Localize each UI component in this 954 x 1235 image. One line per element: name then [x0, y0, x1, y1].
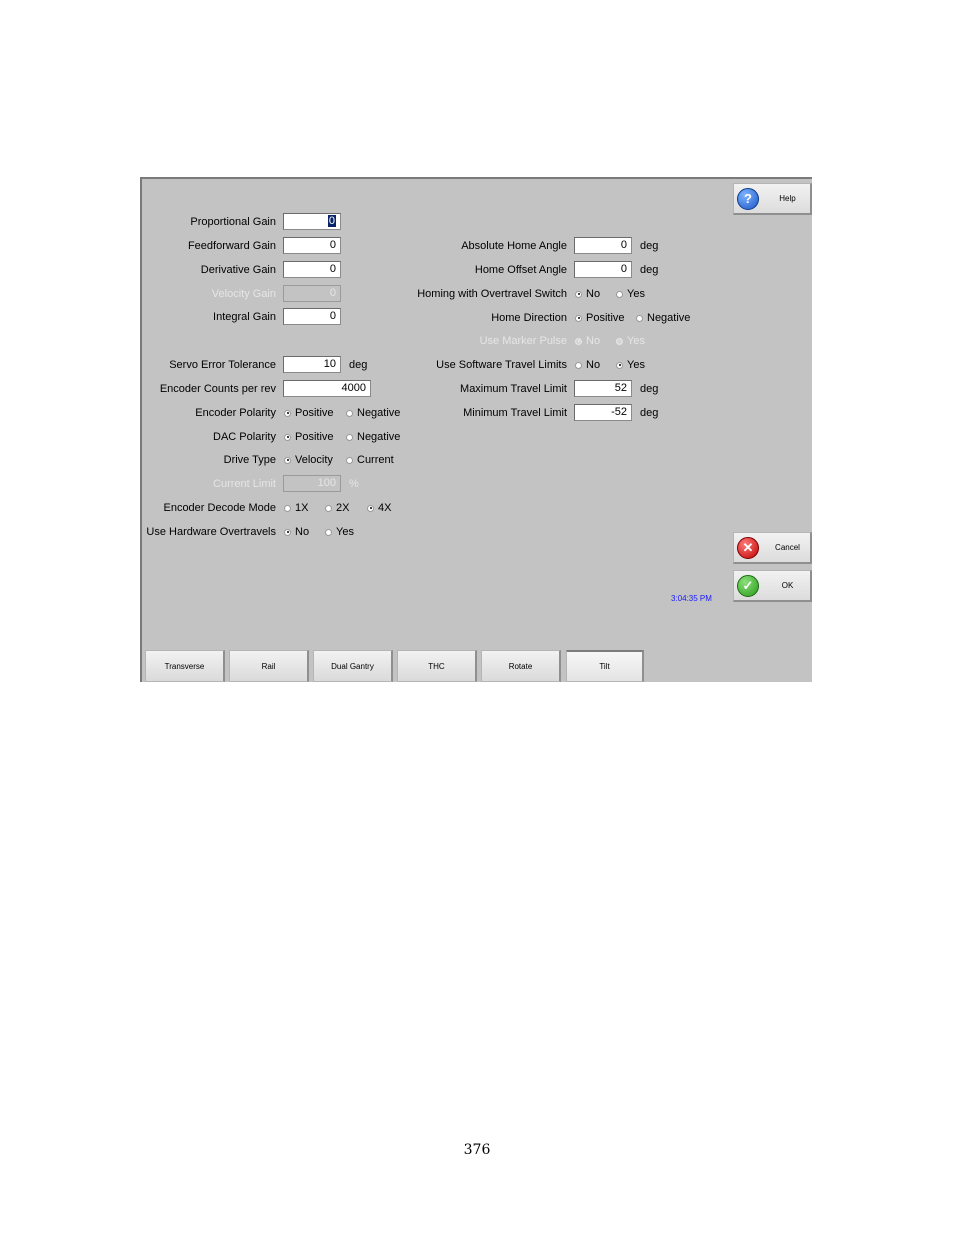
abs-home-angle-input[interactable]: 0 [574, 237, 632, 254]
home-direction-negative-radio[interactable]: Negative [636, 311, 690, 325]
radio-icon [616, 290, 623, 298]
min-travel-label: Minimum Travel Limit [463, 407, 567, 419]
radio-icon [325, 504, 332, 512]
max-travel-unit: deg [640, 383, 659, 395]
encoder-decode-2x-radio[interactable]: 2X [325, 501, 349, 515]
radio-selected-icon [284, 456, 291, 464]
radio-icon [636, 314, 643, 322]
derivative-gain-input[interactable]: 0 [283, 261, 341, 278]
drive-type-label: Drive Type [223, 454, 276, 466]
tab-rotate[interactable]: Rotate [481, 650, 561, 682]
encoder-decode-4x-radio[interactable]: 4X [367, 501, 391, 515]
velocity-gain-input: 0 [283, 285, 341, 302]
tab-dual-gantry[interactable]: Dual Gantry [313, 650, 393, 682]
radio-icon [325, 528, 332, 536]
encoder-counts-input[interactable]: 4000 [283, 380, 371, 397]
max-travel-input[interactable]: 52 [574, 380, 632, 397]
help-button[interactable]: ? Help [733, 183, 812, 215]
marker-pulse-label: Use Marker Pulse [479, 335, 567, 347]
checkmark-icon: ✓ [737, 574, 759, 597]
integral-gain-input[interactable]: 0 [283, 308, 341, 325]
radio-icon [616, 337, 623, 345]
homing-overtravel-yes-radio[interactable]: Yes [616, 287, 645, 301]
homing-overtravel-no-radio[interactable]: No [575, 287, 600, 301]
radio-icon [284, 504, 291, 512]
help-icon: ? [737, 187, 759, 210]
tab-transverse[interactable]: Transverse [145, 650, 225, 682]
dac-polarity-negative-radio[interactable]: Negative [346, 430, 400, 444]
clock: 3:04:35 PM [671, 594, 712, 603]
drive-type-current-radio[interactable]: Current [346, 453, 394, 467]
radio-selected-icon [616, 361, 623, 369]
dac-polarity-label: DAC Polarity [213, 431, 276, 443]
radio-selected-icon [575, 337, 582, 345]
hw-overtravels-yes-radio[interactable]: Yes [325, 525, 354, 539]
marker-pulse-no-radio: No [575, 334, 600, 348]
min-travel-input[interactable]: -52 [574, 404, 632, 421]
dac-polarity-positive-radio[interactable]: Positive [284, 430, 334, 444]
proportional-gain-input[interactable]: 0 [283, 213, 341, 230]
derivative-gain-label: Derivative Gain [200, 264, 276, 276]
encoder-polarity-positive-radio[interactable]: Positive [284, 406, 334, 420]
current-limit-input: 100 [283, 475, 341, 492]
abs-home-angle-unit: deg [640, 240, 659, 252]
encoder-decode-1x-radio[interactable]: 1X [284, 501, 308, 515]
feedforward-gain-label: Feedforward Gain [187, 240, 276, 252]
home-offset-angle-unit: deg [640, 264, 659, 276]
servo-error-unit: deg [349, 359, 368, 371]
home-direction-positive-radio[interactable]: Positive [575, 311, 625, 325]
feedforward-gain-input[interactable]: 0 [283, 237, 341, 254]
abs-home-angle-label: Absolute Home Angle [461, 240, 567, 252]
home-direction-label: Home Direction [491, 312, 567, 324]
page-number: 376 [463, 1142, 491, 1158]
hw-overtravels-label: Use Hardware Overtravels [146, 526, 276, 538]
proportional-gain-label: Proportional Gain [190, 216, 276, 228]
marker-pulse-yes-radio: Yes [616, 334, 645, 348]
ok-button[interactable]: ✓ OK [733, 570, 812, 602]
sw-travel-limits-yes-radio[interactable]: Yes [616, 358, 645, 372]
homing-overtravel-label: Homing with Overtravel Switch [417, 288, 567, 300]
cancel-button[interactable]: ✕ Cancel [733, 532, 812, 564]
tab-thc[interactable]: THC [397, 650, 477, 682]
sw-travel-limits-label: Use Software Travel Limits [436, 359, 567, 371]
radio-selected-icon [367, 504, 374, 512]
velocity-gain-label: Velocity Gain [211, 288, 276, 300]
radio-selected-icon [575, 314, 582, 322]
encoder-polarity-label: Encoder Polarity [195, 407, 276, 419]
drive-type-velocity-radio[interactable]: Velocity [284, 453, 333, 467]
radio-selected-icon [284, 409, 291, 417]
current-limit-unit: % [349, 478, 359, 490]
encoder-polarity-negative-radio[interactable]: Negative [346, 406, 400, 420]
encoder-counts-label: Encoder Counts per rev [159, 383, 276, 395]
radio-selected-icon [284, 433, 291, 441]
radio-icon [346, 456, 353, 464]
radio-selected-icon [575, 290, 582, 298]
max-travel-label: Maximum Travel Limit [460, 383, 567, 395]
hw-overtravels-no-radio[interactable]: No [284, 525, 309, 539]
close-icon: ✕ [737, 536, 759, 559]
current-limit-label: Current Limit [213, 478, 276, 490]
encoder-decode-label: Encoder Decode Mode [163, 502, 276, 514]
servo-error-input[interactable]: 10 [283, 356, 341, 373]
radio-selected-icon [284, 528, 291, 536]
radio-icon [346, 433, 353, 441]
radio-icon [575, 361, 582, 369]
integral-gain-label: Integral Gain [213, 311, 276, 323]
radio-icon [346, 409, 353, 417]
servo-error-label: Servo Error Tolerance [169, 359, 276, 371]
tab-tilt[interactable]: Tilt [566, 650, 644, 682]
min-travel-unit: deg [640, 407, 659, 419]
sw-travel-limits-no-radio[interactable]: No [575, 358, 600, 372]
home-offset-angle-label: Home Offset Angle [474, 264, 567, 276]
home-offset-angle-input[interactable]: 0 [574, 261, 632, 278]
tab-rail[interactable]: Rail [229, 650, 309, 682]
